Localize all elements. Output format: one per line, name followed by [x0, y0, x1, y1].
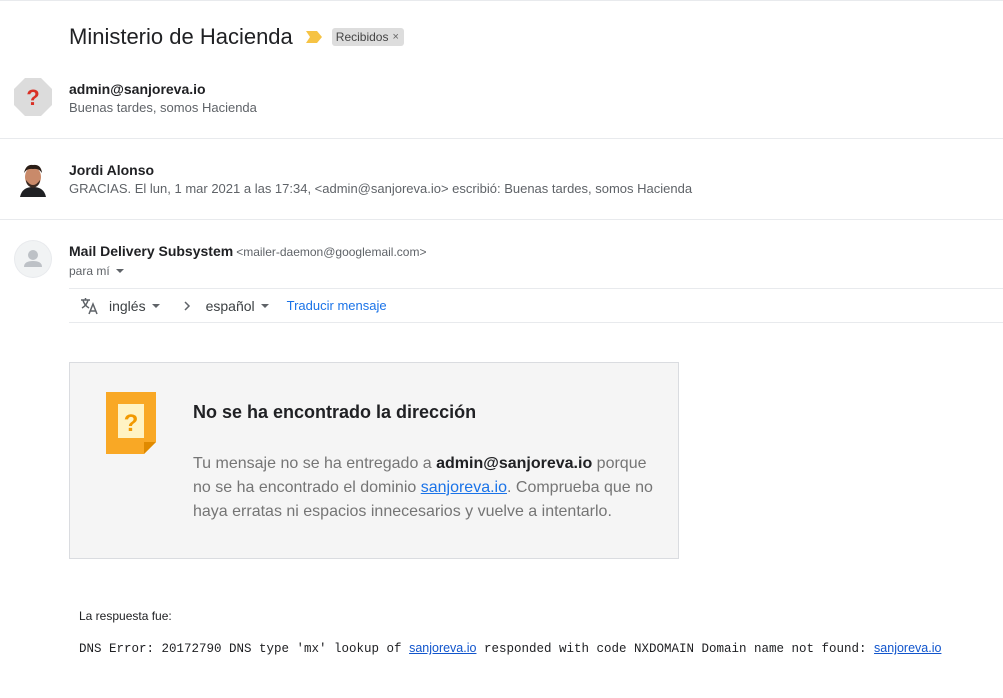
thread-header: Ministerio de Hacienda Recibidos × — [69, 22, 404, 52]
label-chip-text: Recibidos — [335, 30, 389, 44]
message-sender: Mail Delivery Subsystem <mailer-daemon@go… — [69, 243, 426, 259]
svg-text:?: ? — [124, 410, 139, 437]
translate-message-link[interactable]: Traducir mensaje — [287, 298, 387, 313]
sender-name: Mail Delivery Subsystem — [69, 243, 234, 259]
svg-text:?: ? — [26, 85, 39, 110]
target-language-label: español — [205, 297, 255, 314]
collapsed-message[interactable]: Jordi Alonso GRACIAS. El lun, 1 mar 2021… — [0, 138, 1003, 220]
bounce-title: No se ha encontrado la dirección — [193, 402, 477, 422]
sender-email: <mailer-daemon@googlemail.com> — [236, 245, 427, 259]
recipient-address: admin@sanjoreva.io — [436, 455, 593, 472]
chevron-down-icon — [260, 303, 269, 308]
expanded-message-header: Mail Delivery Subsystem <mailer-daemon@go… — [0, 219, 1003, 278]
chevron-right-icon — [184, 300, 190, 311]
dns-error-part: DNS Error: 20172790 DNS type 'mx' lookup… — [79, 642, 410, 656]
chevron-down-icon — [151, 303, 160, 308]
dns-error-part: responded with code NXDOMAIN Domain name… — [476, 642, 875, 656]
top-divider — [0, 0, 1003, 1]
collapsed-message[interactable]: ? admin@sanjoreva.io Buenas tardes, somo… — [0, 57, 1003, 139]
label-chip-recibidos: Recibidos × — [331, 28, 404, 46]
domain-link[interactable]: sanjoreva.io — [421, 479, 507, 496]
recipient-details[interactable]: para mí — [69, 264, 124, 278]
recipient-label: para mí — [69, 264, 110, 278]
response-label: La respuesta fue: — [79, 609, 172, 623]
thread-subject: Ministerio de Hacienda — [69, 24, 293, 49]
translate-bar: inglés español Traducir mensaje — [69, 288, 1003, 323]
avatar — [14, 159, 52, 197]
source-language-label: inglés — [109, 297, 146, 314]
message-snippet: Buenas tardes, somos Hacienda — [69, 100, 257, 115]
unknown-address-icon: ? — [106, 392, 156, 454]
message-sender: Jordi Alonso — [69, 162, 155, 178]
message-sender: admin@sanjoreva.io — [69, 81, 206, 97]
bounce-notice-card: ? No se ha encontrado la dirección Tu me… — [69, 362, 679, 559]
domain-link[interactable]: sanjoreva.io — [874, 641, 941, 655]
domain-link[interactable]: sanjoreva.io — [409, 641, 476, 655]
bounce-message: Tu mensaje no se ha entregado a admin@sa… — [193, 452, 663, 524]
dns-error-text: DNS Error: 20172790 DNS type 'mx' lookup… — [79, 641, 941, 656]
bounce-text: Tu mensaje no se ha entregado a — [193, 455, 437, 472]
chevron-down-icon[interactable] — [115, 269, 124, 273]
message-snippet: GRACIAS. El lun, 1 mar 2021 a las 17:34,… — [69, 181, 693, 196]
translate-icon — [81, 297, 98, 314]
source-language-select[interactable]: inglés — [109, 298, 160, 314]
user-photo-icon — [14, 159, 52, 197]
importance-marker-icon[interactable] — [305, 31, 322, 43]
unknown-sender-icon: ? — [14, 78, 52, 116]
remove-label-icon[interactable]: × — [392, 31, 398, 43]
default-avatar-icon — [14, 240, 52, 278]
target-language-select[interactable]: español — [206, 298, 269, 314]
